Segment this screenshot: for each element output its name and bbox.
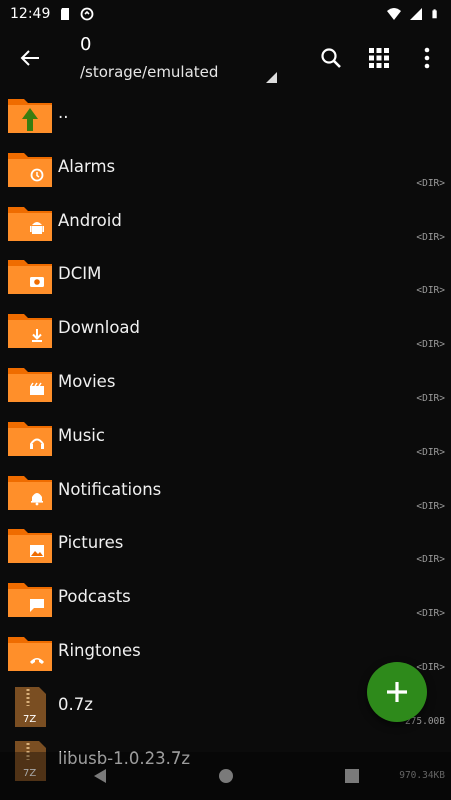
folder-phone-ring-icon: [8, 636, 52, 671]
data-saver-icon: [80, 7, 94, 21]
item-name: ..: [58, 103, 69, 122]
search-icon: [321, 48, 341, 68]
nav-back-icon: [93, 769, 106, 783]
grid-view-icon: [369, 48, 389, 68]
grid-view-button[interactable]: [355, 28, 403, 88]
path-selector[interactable]: 0 /storage/emulated: [60, 28, 307, 88]
list-item[interactable]: Android <DIR>: [0, 196, 451, 250]
folder-android-icon: [8, 206, 52, 241]
item-meta: <DIR>: [416, 339, 445, 351]
add-fab-button[interactable]: [367, 662, 427, 722]
item-name: Download: [58, 318, 141, 338]
folder-bell-icon: [8, 475, 52, 510]
item-meta: <DIR>: [416, 285, 445, 297]
list-item[interactable]: Pictures <DIR>: [0, 518, 451, 572]
list-item[interactable]: Music <DIR>: [0, 411, 451, 465]
svg-text:7Z: 7Z: [23, 714, 36, 725]
list-item[interactable]: DCIM <DIR>: [0, 249, 451, 303]
more-vert-icon: [424, 47, 430, 69]
folder-movie-icon: [8, 367, 52, 402]
item-name: DCIM: [58, 264, 102, 284]
item-meta: <DIR>: [416, 231, 445, 243]
wifi-icon: [387, 8, 401, 20]
item-name: Music: [58, 425, 105, 445]
status-bar: 12:49: [0, 0, 451, 28]
list-item[interactable]: Alarms <DIR>: [0, 142, 451, 196]
battery-icon: [432, 9, 437, 19]
item-name: Ringtones: [58, 640, 141, 660]
nav-recents-button[interactable]: [339, 763, 365, 789]
item-meta: <DIR>: [416, 608, 445, 620]
folder-up-icon: [8, 99, 52, 133]
arrow-back-icon: [20, 50, 39, 66]
current-path: /storage/emulated: [80, 63, 219, 81]
list-item[interactable]: Movies <DIR>: [0, 357, 451, 411]
list-item-parent[interactable]: ..: [0, 88, 451, 142]
system-nav-bar: [0, 752, 451, 800]
item-name: Android: [58, 210, 122, 230]
nav-back-button[interactable]: [87, 763, 113, 789]
plus-icon: [387, 682, 407, 702]
folder-image-icon: [8, 529, 52, 564]
list-item[interactable]: Notifications <DIR>: [0, 465, 451, 519]
item-name: Alarms: [58, 156, 116, 176]
item-name: Pictures: [58, 533, 124, 553]
nav-home-button[interactable]: [213, 763, 239, 789]
sd-card-icon: [61, 8, 70, 20]
item-meta: <DIR>: [416, 554, 445, 566]
folder-chat-icon: [8, 583, 52, 618]
list-item[interactable]: Download <DIR>: [0, 303, 451, 357]
folder-camera-icon: [8, 260, 52, 295]
nav-home-icon: [218, 769, 233, 783]
item-meta: <DIR>: [416, 661, 445, 673]
status-time: 12:49: [10, 6, 51, 22]
folder-download-icon: [8, 314, 52, 349]
item-name: Podcasts: [58, 587, 131, 607]
folder-alarm-icon: [8, 152, 52, 187]
more-options-button[interactable]: [403, 28, 451, 88]
item-name: Movies: [58, 371, 116, 391]
app-bar: 0 /storage/emulated: [0, 28, 451, 88]
item-name: Notifications: [58, 479, 162, 499]
list-item[interactable]: Podcasts <DIR>: [0, 572, 451, 626]
dropdown-triangle-icon: [266, 72, 277, 83]
item-meta: <DIR>: [416, 446, 445, 458]
signal-icon: [410, 8, 422, 20]
folder-headphones-icon: [8, 421, 52, 456]
back-button[interactable]: [0, 28, 60, 88]
item-meta: <DIR>: [416, 177, 445, 189]
title-number: 0: [80, 34, 92, 55]
archive-icon: 7Z: [15, 686, 46, 727]
item-meta: <DIR>: [416, 500, 445, 512]
nav-recents-icon: [344, 769, 359, 783]
item-meta: <DIR>: [416, 392, 445, 404]
item-name: 0.7z: [58, 694, 93, 714]
search-button[interactable]: [307, 28, 355, 88]
